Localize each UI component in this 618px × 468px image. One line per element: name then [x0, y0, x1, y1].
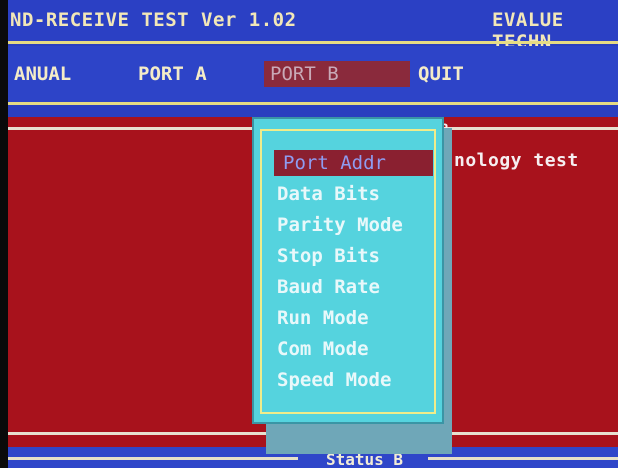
panel-text: nology test — [454, 150, 579, 171]
status-line-right — [428, 457, 618, 460]
menu-divider — [8, 102, 618, 105]
dos-screen: ND-RECEIVE TEST Ver 1.02 EVALUE TECHN AN… — [8, 0, 618, 468]
status-line-left — [8, 457, 298, 460]
app-title: ND-RECEIVE TEST Ver 1.02 — [10, 9, 297, 31]
menu-option-parity-mode[interactable]: Parity Mode — [277, 212, 403, 238]
menu-option-baud-rate[interactable]: Baud Rate — [277, 274, 380, 300]
menu-option-com-mode[interactable]: Com Mode — [277, 336, 369, 362]
menu-item-port-b[interactable]: PORT B — [264, 61, 410, 87]
menu-item-quit[interactable]: QUIT — [412, 61, 470, 87]
menu-bar: ANUAL PORT A PORT B QUIT — [8, 46, 618, 102]
menu-option-stop-bits[interactable]: Stop Bits — [277, 243, 380, 269]
title-bar: ND-RECEIVE TEST Ver 1.02 EVALUE TECHN — [8, 0, 618, 53]
menu-option-run-mode[interactable]: Run Mode — [277, 305, 369, 331]
dropdown-frame: Port Addr Data Bits Parity Mode Stop Bit… — [260, 129, 436, 414]
menu-option-port-addr[interactable]: Port Addr — [274, 150, 433, 176]
menu-option-speed-mode[interactable]: Speed Mode — [277, 367, 391, 393]
title-divider — [8, 41, 618, 44]
menu-item-port-a[interactable]: PORT A — [132, 61, 213, 87]
menu-item-manual[interactable]: ANUAL — [8, 61, 77, 87]
menu-option-data-bits[interactable]: Data Bits — [277, 181, 380, 207]
port-b-dropdown-menu: Port Addr Data Bits Parity Mode Stop Bit… — [252, 117, 444, 424]
